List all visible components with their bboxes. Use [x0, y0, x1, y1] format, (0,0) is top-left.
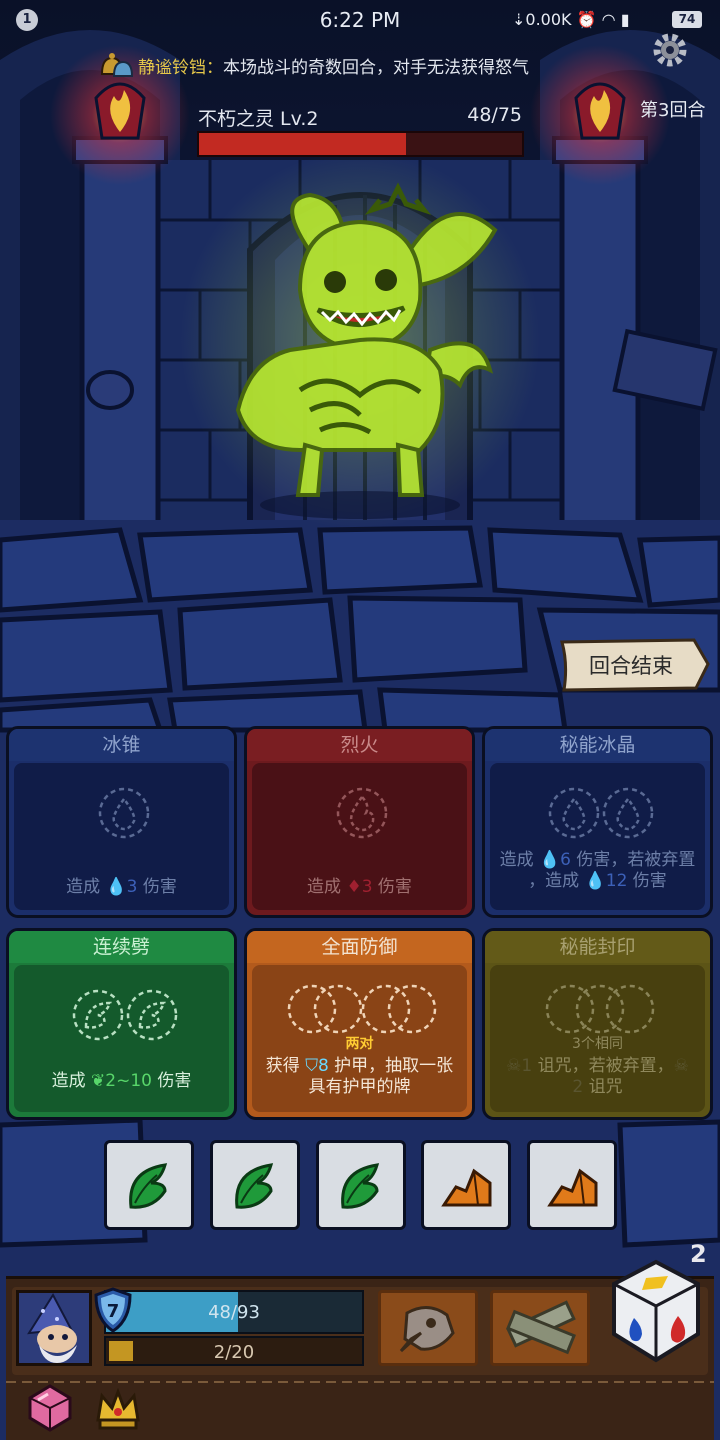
card-requirement: 两对	[345, 1036, 374, 1052]
armor-shield-icon: 7	[94, 1287, 132, 1333]
skull-icon: ☠	[506, 1056, 522, 1076]
wifi-icon: ◠	[601, 10, 616, 29]
wooden-planks-icon	[506, 1300, 576, 1355]
relic-name: 静谧铃铛：	[138, 57, 223, 78]
network-speed: ⇣0.00K ⏰ ◠ ▮	[512, 10, 630, 29]
water-drop-icon: 💧	[584, 871, 606, 891]
green-leaf-icon	[341, 1163, 380, 1209]
die-1[interactable]	[104, 1140, 194, 1230]
die-2[interactable]	[210, 1140, 300, 1230]
water-slot-icon	[98, 787, 150, 839]
enemy-hp-text: 48/75	[467, 104, 522, 126]
signal-icon: ▮	[620, 10, 630, 29]
plague-mask-icon	[399, 1306, 455, 1353]
skill-planks-button[interactable]	[490, 1290, 590, 1366]
relic-tooltip: 静谧铃铛： 本场战斗的奇数回合，对手无法获得怒气	[96, 50, 529, 80]
immortal-spirit-enemy[interactable]	[180, 150, 540, 530]
battery-icon: 74	[672, 11, 702, 28]
enemy-health-bar	[197, 131, 524, 157]
fire-slot-icon	[336, 787, 388, 839]
card-title: 连续劈	[9, 931, 234, 963]
system-status-bar: 1 6:22 PM ⇣0.00K ⏰ ◠ ▮ 74	[0, 0, 720, 40]
wizard-portrait-icon	[19, 1293, 89, 1363]
green-leaf-icon	[235, 1163, 274, 1209]
die-5[interactable]	[527, 1140, 617, 1230]
triple-slot-icon	[545, 984, 655, 1034]
card-ice-spike[interactable]: 冰锥 造成 💧3 伤害	[6, 726, 237, 918]
card-title: 全面防御	[247, 931, 472, 963]
water-slot-icon	[548, 787, 654, 839]
card-body: 造成 💧6 伤害，若被弃置 ，造成 💧12 伤害	[490, 763, 705, 910]
end-turn-button[interactable]: 回合结束	[558, 636, 710, 692]
card-effect: ☠1 诅咒，若被弃置，☠ 2 诅咒	[506, 1056, 689, 1097]
die-4[interactable]	[421, 1140, 511, 1230]
card-effect: 获得 ⛉8 护甲，抽取一张 具有护甲的牌	[265, 1056, 454, 1097]
player-energy-bar: 2/20	[104, 1336, 364, 1366]
enemy-health-fill	[199, 133, 406, 155]
card-body: 造成 ♦3 伤害	[252, 763, 467, 910]
orange-shard-icon	[547, 1168, 598, 1207]
download-icon: ⇣	[512, 10, 526, 29]
skill-plague-mask-button[interactable]	[378, 1290, 478, 1366]
card-effect: 造成 💧3 伤害	[66, 877, 177, 897]
card-body: 造成 💧3 伤害	[14, 763, 229, 910]
fire-icon: ♦	[346, 877, 362, 897]
green-leaf-icon	[129, 1163, 168, 1209]
card-effect: 造成 ♦3 伤害	[307, 877, 412, 897]
relic-description: 本场战斗的奇数回合，对手无法获得怒气	[223, 57, 529, 78]
golden-crown-relic-icon[interactable]	[92, 1382, 144, 1434]
pink-gem-relic-icon[interactable]	[24, 1382, 76, 1434]
card-title: 秘能冰晶	[485, 729, 710, 761]
bell-relic-icon	[100, 53, 134, 77]
enemy-name: 不朽之灵 Lv.2	[198, 108, 319, 130]
card-body: 造成 ❦2~10 伤害	[14, 965, 229, 1112]
card-arcane-crystal[interactable]: 秘能冰晶 造成 💧6 伤害，若被弃置 ，造成 💧12 伤害	[482, 726, 713, 918]
card-requirement: 3个相同	[572, 1036, 623, 1052]
card-effect: 造成 💧6 伤害，若被弃置 ，造成 💧12 伤害	[499, 850, 696, 891]
leaf-icon: ❦	[91, 1071, 106, 1091]
shield-icon: ⛉	[305, 1056, 318, 1076]
armor-value: 7	[107, 1301, 120, 1322]
card-effect: 造成 ❦2~10 伤害	[51, 1071, 192, 1091]
card-body: 两对 获得 ⛉8 护甲，抽取一张 具有护甲的牌	[252, 965, 467, 1112]
die-3[interactable]	[316, 1140, 406, 1230]
player-hp-text: 48/93	[208, 1302, 260, 1323]
player-energy-text: 2/20	[213, 1342, 255, 1363]
card-title: 冰锥	[9, 729, 234, 761]
round-counter: 第3回合	[640, 100, 706, 121]
player-health-bar: 48/93	[104, 1290, 364, 1334]
pair-slot-icon	[287, 984, 437, 1034]
card-combo-slash[interactable]: 连续劈 造成 ❦2~10 伤害	[6, 928, 237, 1120]
water-drop-icon: 💧	[539, 850, 561, 870]
gear-icon[interactable]	[648, 28, 692, 72]
card-title: 烈火	[247, 729, 472, 761]
leaf-slot-icon	[72, 989, 178, 1041]
card-full-defense[interactable]: 全面防御 两对 获得 ⛉8 护甲，抽取一张 具有护甲的牌	[244, 928, 475, 1120]
orange-shard-icon	[441, 1168, 492, 1207]
reroll-dice-button[interactable]	[606, 1256, 706, 1366]
alarm-icon: ⏰	[576, 10, 597, 29]
end-turn-label: 回合结束	[589, 654, 673, 678]
avatar[interactable]	[16, 1290, 92, 1366]
skull-icon: ☠	[673, 1056, 689, 1076]
water-drop-icon: 💧	[105, 877, 127, 897]
card-arcane-seal[interactable]: 秘能封印 3个相同 ☠1 诅咒，若被弃置，☠ 2 诅咒	[482, 928, 713, 1120]
card-title: 秘能封印	[485, 931, 710, 963]
card-blaze[interactable]: 烈火 造成 ♦3 伤害	[244, 726, 475, 918]
card-body: 3个相同 ☠1 诅咒，若被弃置，☠ 2 诅咒	[490, 965, 705, 1112]
